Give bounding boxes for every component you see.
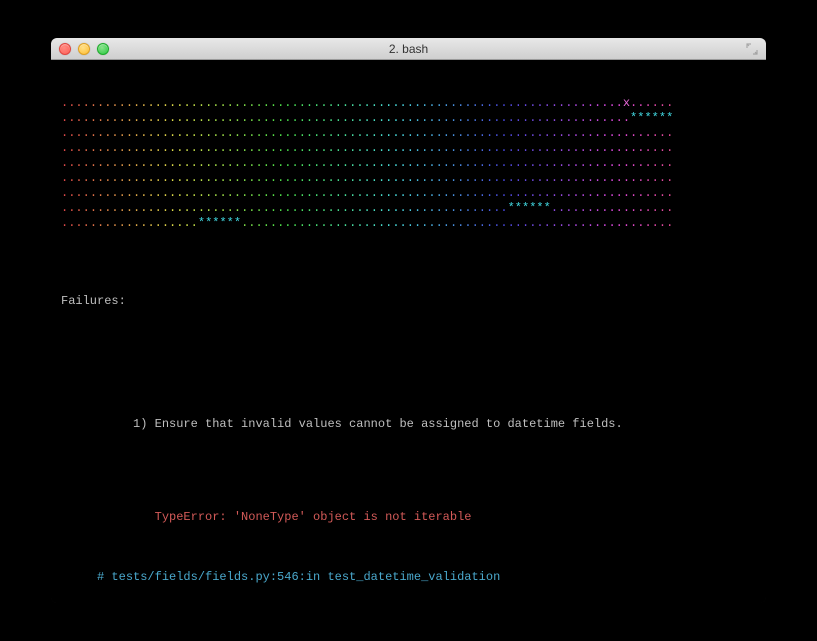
progress-row: ........................................… — [61, 96, 756, 111]
test-progress-dots: ........................................… — [61, 96, 756, 231]
fullscreen-icon[interactable] — [746, 43, 758, 55]
minimize-icon[interactable] — [78, 43, 90, 55]
failure-error: TypeError: 'NoneType' object is not iter… — [155, 510, 472, 524]
failure-index: 1) — [133, 417, 147, 431]
titlebar: 2. bash — [51, 38, 766, 60]
progress-row: ...................******...............… — [61, 216, 756, 231]
progress-row: ........................................… — [61, 201, 756, 216]
progress-row: ........................................… — [61, 171, 756, 186]
terminal-window: 2. bash ................................… — [51, 38, 766, 603]
progress-row: ........................................… — [61, 111, 756, 126]
close-icon[interactable] — [59, 43, 71, 55]
progress-row: ........................................… — [61, 186, 756, 201]
failure-description: Ensure that invalid values cannot be ass… — [155, 417, 623, 431]
traffic-lights — [59, 43, 109, 55]
terminal-body[interactable]: ........................................… — [51, 60, 766, 603]
trace-line: # tests/fields/fields.py:546:in test_dat… — [97, 570, 500, 584]
zoom-icon[interactable] — [97, 43, 109, 55]
failures-header: Failures: — [61, 294, 756, 309]
progress-row: ........................................… — [61, 126, 756, 141]
failure-item: 1) Ensure that invalid values cannot be … — [61, 354, 756, 603]
progress-row: ........................................… — [61, 141, 756, 156]
progress-row: ........................................… — [61, 156, 756, 171]
window-title: 2. bash — [51, 42, 766, 56]
